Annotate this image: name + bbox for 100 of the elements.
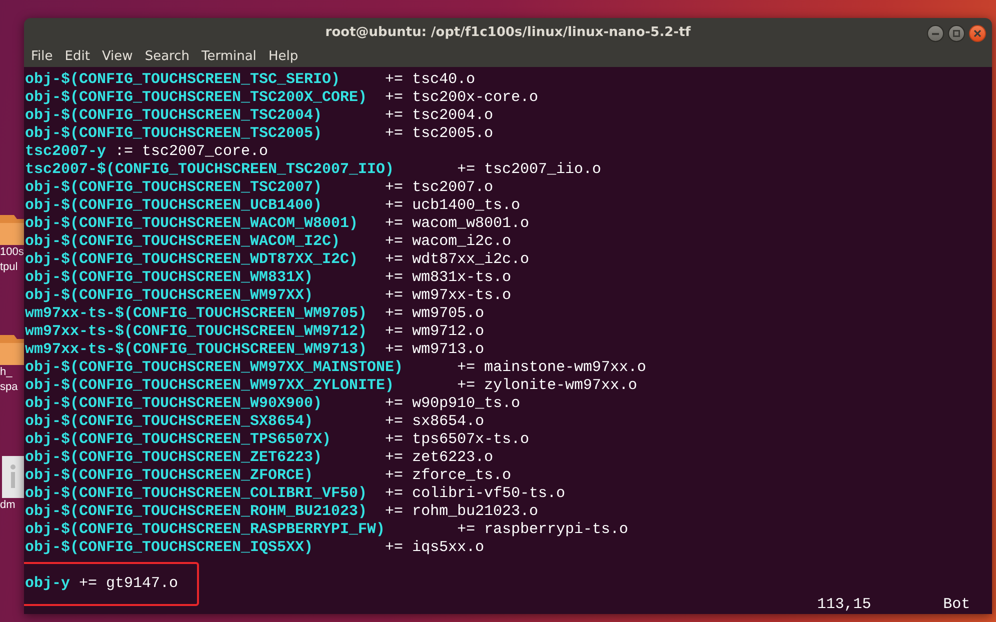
assignment-operator: += [385, 467, 404, 485]
assignment-operator: += [385, 539, 404, 557]
object-file: wacom_i2c.o [412, 233, 512, 251]
assignment-operator: += [385, 251, 404, 269]
folder-icon[interactable] [0, 213, 24, 245]
assignment-operator: += [385, 287, 404, 305]
assignment-operator: += [385, 485, 404, 503]
menu-item[interactable]: View [96, 49, 138, 64]
desktop-icon-label: 100s [0, 245, 24, 260]
object-file: tsc2007.o [412, 179, 494, 197]
make-variable: obj-$(CONFIG_TOUCHSCREEN_ROHM_BU21023) [25, 503, 368, 521]
object-file: tsc2005.o [412, 125, 494, 143]
make-variable: obj-$(CONFIG_TOUCHSCREEN_UCB1400) [25, 197, 324, 215]
assignment-operator: := [115, 143, 134, 161]
object-file: rohm_bu21023.o [412, 503, 538, 521]
desktop-icon-label: h_ [0, 365, 12, 380]
object-file: tsc2007_core.o [142, 143, 268, 161]
menu-item[interactable]: Edit [60, 49, 95, 64]
make-variable: obj-$(CONFIG_TOUCHSCREEN_TPS6507X) [25, 431, 332, 449]
object-file: tsc2007_iio.o [484, 161, 602, 179]
make-variable: obj-$(CONFIG_TOUCHSCREEN_TSC_SERIO) [25, 71, 342, 89]
desktop-icon-label: spa [0, 380, 18, 395]
desktop-icon-label: tpul [0, 260, 18, 275]
assignment-operator: += [457, 377, 476, 395]
close-button[interactable] [969, 25, 986, 42]
assignment-operator: += [457, 359, 476, 377]
folder-icon[interactable] [0, 333, 24, 365]
assignment-operator: += [385, 125, 404, 143]
assignment-operator: += [385, 341, 404, 359]
assignment-operator: += [457, 161, 476, 179]
make-variable: obj-$(CONFIG_TOUCHSCREEN_WACOM_W8001) [25, 215, 360, 233]
window-title: root@ubuntu: /opt/f1c100s/linux/linux-nano-5.2-tf [325, 24, 691, 40]
assignment-operator: += [385, 305, 404, 323]
minimize-icon [932, 32, 939, 34]
object-file: wm9712.o [412, 323, 484, 341]
object-file: mainstone-wm97xx.o [484, 359, 646, 377]
object-file: colibri-vf50-ts.o [412, 485, 566, 503]
make-variable: obj-$(CONFIG_TOUCHSCREEN_TSC2005) [25, 125, 324, 143]
minimize-button[interactable] [927, 25, 944, 42]
desktop-icon-label: dm [0, 498, 16, 513]
maximize-button[interactable] [948, 25, 965, 42]
object-file: wm831x-ts.o [412, 269, 512, 287]
assignment-operator: += [385, 233, 404, 251]
maximize-icon [953, 30, 960, 37]
assignment-operator: += [385, 71, 404, 89]
assignment-operator: += [385, 395, 404, 413]
object-file: wm9713.o [412, 341, 484, 359]
make-variable: obj-$(CONFIG_TOUCHSCREEN_ZET6223) [25, 449, 324, 467]
make-variable: obj-$(CONFIG_TOUCHSCREEN_COLIBRI_VF50) [25, 485, 368, 503]
assignment-operator: += [385, 269, 404, 287]
object-file: gt9147.o [106, 575, 178, 593]
object-file: raspberrypi-ts.o [484, 521, 628, 539]
object-file: tps6507x-ts.o [412, 431, 530, 449]
make-variable: tsc2007-$(CONFIG_TOUCHSCREEN_TSC2007_IIO) [25, 161, 396, 179]
assignment-operator: += [385, 413, 404, 431]
scroll-position: Bot [943, 596, 970, 614]
assignment-operator: += [457, 521, 476, 539]
make-variable: obj-$(CONFIG_TOUCHSCREEN_TSC2004) [25, 107, 324, 125]
make-variable: obj-$(CONFIG_TOUCHSCREEN_IQS5XX) [25, 539, 314, 557]
make-variable: tsc2007-y [25, 143, 106, 161]
menu-item[interactable]: Help [263, 49, 304, 64]
object-file: wacom_w8001.o [412, 215, 530, 233]
object-file: sx8654.o [412, 413, 484, 431]
assignment-operator: += [385, 197, 404, 215]
assignment-operator: += [385, 179, 404, 197]
object-file: tsc200x-core.o [412, 89, 538, 107]
object-file: zylonite-wm97xx.o [484, 377, 638, 395]
object-file: w90p910_ts.o [412, 395, 520, 413]
assignment-operator: += [385, 323, 404, 341]
object-file: zet6223.o [412, 449, 494, 467]
make-variable: obj-$(CONFIG_TOUCHSCREEN_WACOM_I2C) [25, 233, 342, 251]
menu-item[interactable]: Terminal [196, 49, 262, 64]
assignment-operator: += [385, 449, 404, 467]
object-file: tsc40.o [412, 71, 476, 89]
assignment-operator: += [385, 503, 404, 521]
object-file: wm9705.o [412, 305, 484, 323]
make-variable: obj-$(CONFIG_TOUCHSCREEN_SX8654) [25, 413, 314, 431]
make-variable: wm97xx-ts-$(CONFIG_TOUCHSCREEN_WM9712) [25, 323, 368, 341]
assignment-operator: += [385, 215, 404, 233]
make-variable: obj-$(CONFIG_TOUCHSCREEN_WM97XX_MAINSTONE) [25, 359, 404, 377]
make-variable: obj-$(CONFIG_TOUCHSCREEN_TSC200X_CORE) [25, 89, 368, 107]
assignment-operator: += [79, 575, 98, 593]
make-variable: obj-y [25, 575, 70, 593]
assignment-operator: += [385, 107, 404, 125]
object-file: tsc2004.o [412, 107, 494, 125]
assignment-operator: += [385, 89, 404, 107]
menu-item[interactable]: Search [140, 49, 194, 64]
make-variable: obj-$(CONFIG_TOUCHSCREEN_WM97XX) [25, 287, 314, 305]
make-variable: obj-$(CONFIG_TOUCHSCREEN_ZFORCE) [25, 467, 314, 485]
object-file: wm97xx-ts.o [412, 287, 512, 305]
make-variable: obj-$(CONFIG_TOUCHSCREEN_TSC2007) [25, 179, 324, 197]
make-variable: wm97xx-ts-$(CONFIG_TOUCHSCREEN_WM9705) [25, 305, 368, 323]
make-variable: obj-$(CONFIG_TOUCHSCREEN_W90X900) [25, 395, 324, 413]
make-variable: obj-$(CONFIG_TOUCHSCREEN_WM831X) [25, 269, 314, 287]
make-variable: wm97xx-ts-$(CONFIG_TOUCHSCREEN_WM9713) [25, 341, 368, 359]
make-variable: obj-$(CONFIG_TOUCHSCREEN_WDT87XX_I2C) [25, 251, 360, 269]
menu-item[interactable]: File [26, 49, 58, 64]
cursor-position: 113,15 [817, 596, 872, 614]
assignment-operator: += [385, 431, 404, 449]
make-variable: obj-$(CONFIG_TOUCHSCREEN_RASPBERRYPI_FW) [25, 521, 386, 539]
